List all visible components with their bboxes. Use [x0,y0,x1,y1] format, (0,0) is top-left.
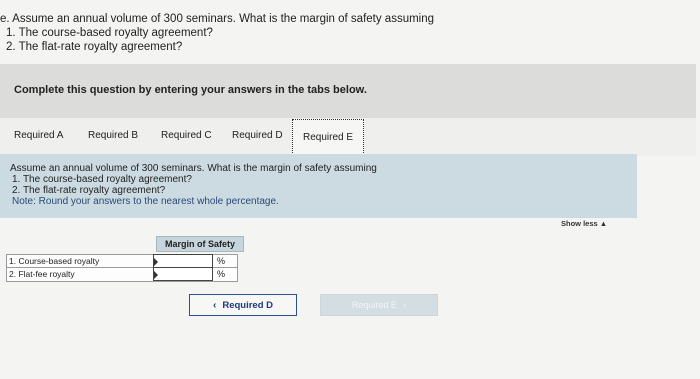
question-text: e. Assume an annual volume of 300 semina… [0,12,520,54]
row-label-course-based: 1. Course-based royalty [9,256,100,266]
margin-of-safety-header: Margin of Safety [156,236,244,252]
next-button-label: Required E [351,300,397,310]
instruction-bar: Complete this question by entering your … [0,64,696,118]
panel-item-2: 2. The flat-rate royalty agreement? [12,185,166,196]
table-row: 2. Flat-fee royalty % [6,267,238,282]
instruction-text: Complete this question by entering your … [14,84,367,96]
flat-fee-royalty-input[interactable] [153,267,213,281]
table-row: 1. Course-based royalty % [6,254,238,268]
panel-lead: Assume an annual volume of 300 seminars.… [10,163,377,174]
question-item-1: 1. The course-based royalty agreement? [6,27,213,39]
question-item-2: 2. The flat-rate royalty agreement? [6,41,183,53]
row-label-flat-fee: 2. Flat-fee royalty [9,269,75,279]
question-lead: e. Assume an annual volume of 300 semina… [0,13,435,25]
tab-required-e-label: Required E [302,131,354,143]
percent-unit: % [217,269,226,279]
show-less-link[interactable]: Show less ▲ [561,219,607,228]
tab-required-a[interactable]: Required A [14,130,63,141]
tab-required-b[interactable]: Required B [88,130,138,141]
prev-button-label: Required D [222,299,274,311]
next-required-e-button[interactable]: Required E › [320,294,438,316]
chevron-left-icon: ‹ [212,299,217,311]
question-panel: Assume an annual volume of 300 seminars.… [0,154,637,218]
percent-unit: % [217,256,226,266]
panel-note: Note: Round your answers to the nearest … [12,196,279,207]
prev-required-d-button[interactable]: ‹ Required D [189,294,297,316]
course-based-royalty-input[interactable] [153,254,213,268]
tab-required-c[interactable]: Required C [161,130,212,141]
tabs-row: Required A Required B Required C Require… [0,118,696,156]
tab-required-e[interactable]: Required E [292,119,364,155]
panel-item-1: 1. The course-based royalty agreement? [12,174,192,185]
tab-required-d[interactable]: Required D [232,130,283,141]
chevron-right-icon: › [402,299,407,311]
